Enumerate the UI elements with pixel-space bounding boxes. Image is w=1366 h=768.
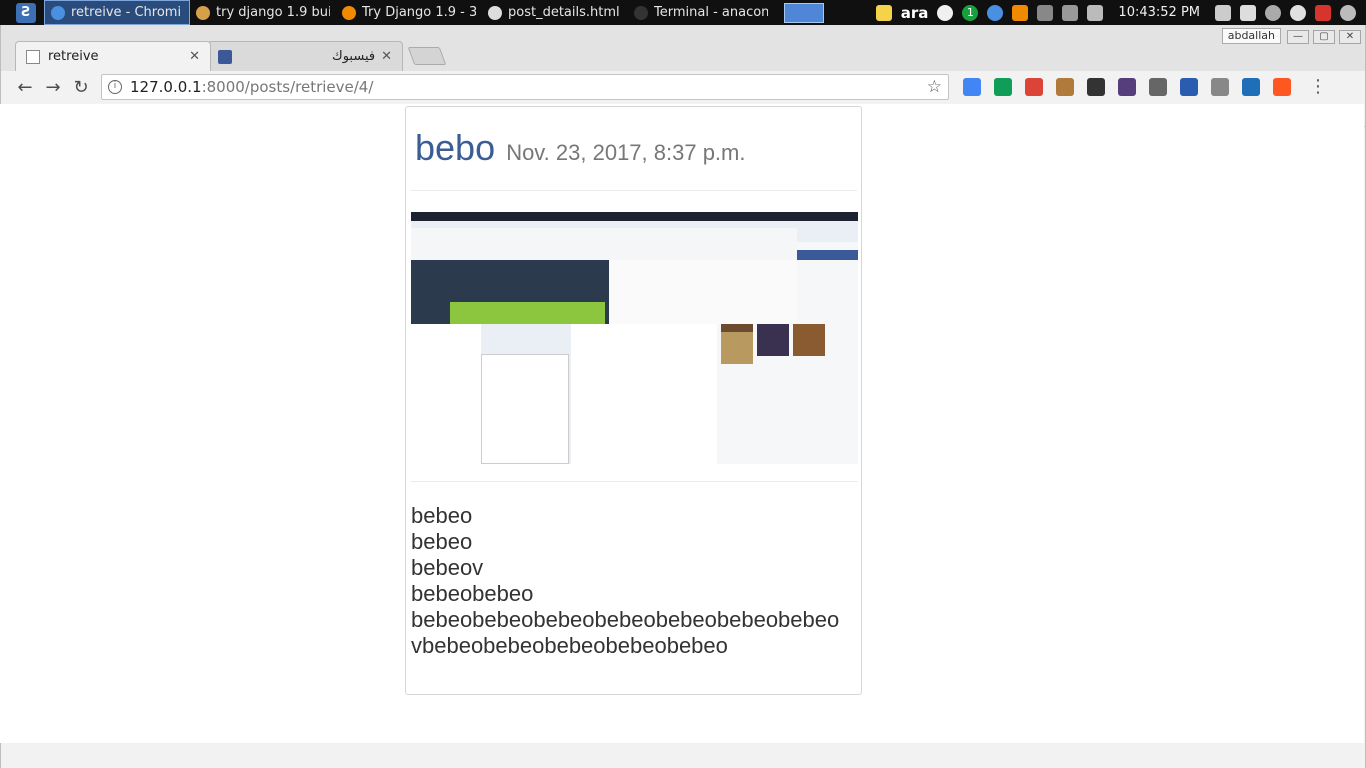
browser-menu-icon[interactable]: ⋮ xyxy=(1309,78,1327,96)
post-card: bebo Nov. 23, 2017, 8:37 p.m. bebeo bebeo… xyxy=(405,106,862,695)
terminal-icon xyxy=(634,5,648,20)
post-body-line: bebeo xyxy=(411,529,473,554)
display-icon[interactable] xyxy=(1240,4,1256,21)
taskbar-task[interactable]: Try Django 1.9 - 3 xyxy=(336,0,482,25)
bookmark-star-icon[interactable]: ☆ xyxy=(927,77,942,97)
taskbar-task[interactable]: try django 1.9 bui xyxy=(190,0,336,25)
post-header: bebo Nov. 23, 2017, 8:37 p.m. xyxy=(410,107,857,191)
close-tab-icon[interactable]: ✕ xyxy=(381,49,392,64)
tab-title: فيسبوك xyxy=(332,49,376,64)
calendar-icon[interactable] xyxy=(1025,78,1043,96)
at-icon[interactable] xyxy=(1211,78,1229,96)
page-viewport: bebo Nov. 23, 2017, 8:37 p.m. bebeo bebeo… xyxy=(0,104,1364,743)
bootstrap-icon[interactable] xyxy=(1118,78,1136,96)
bluetooth-icon[interactable] xyxy=(1037,4,1054,21)
system-tray: ara 1 10:43:52 PM xyxy=(875,4,1366,22)
start-menu-button[interactable]: Ƨ xyxy=(16,2,36,23)
stackexchange-icon[interactable] xyxy=(1242,78,1260,96)
globe-icon[interactable] xyxy=(1180,78,1198,96)
taskbar-task-label: try django 1.9 bui xyxy=(216,5,330,20)
post-body: bebeo bebeo bebeov bebeobebeo bebeobebeobebe… xyxy=(411,503,839,659)
tab-retreive[interactable]: retreive ✕ xyxy=(15,41,211,71)
translate-icon[interactable] xyxy=(963,78,981,96)
tab-facebook[interactable]: فيسبوك ✕ xyxy=(207,41,403,71)
close-tab-icon[interactable]: ✕ xyxy=(189,49,200,64)
clock[interactable]: 10:43:52 PM xyxy=(1118,5,1200,20)
taskbar-task[interactable]: post_details.html xyxy=(482,0,628,25)
forward-button[interactable]: → xyxy=(39,73,67,101)
reload-button[interactable]: ↻ xyxy=(67,73,95,101)
url-path: :8000/posts/retrieve/4/ xyxy=(201,78,374,96)
taskbar-task-label: Terminal - anacon xyxy=(654,5,768,20)
volume-icon[interactable] xyxy=(1087,4,1104,21)
post-divider xyxy=(411,481,858,482)
post-date: Nov. 23, 2017, 8:37 p.m. xyxy=(506,140,746,165)
timer-icon[interactable] xyxy=(1290,4,1306,21)
post-body-line: bebeobebeobebeobebeobebeobebeobebeo xyxy=(411,607,840,632)
taskbar-task[interactable]: retreive - Chromi xyxy=(44,0,190,25)
close-window-button[interactable]: ✕ xyxy=(1339,30,1361,44)
address-bar[interactable]: i 127.0.0.1:8000/posts/retrieve/4/ ☆ xyxy=(101,74,949,100)
workspace-switcher[interactable] xyxy=(784,2,824,23)
folder-tray-icon[interactable] xyxy=(875,4,892,21)
maximize-button[interactable]: ▢ xyxy=(1313,30,1335,44)
taskbar-task-label: Try Django 1.9 - 3 xyxy=(362,5,476,20)
eyedropper-icon[interactable] xyxy=(1087,78,1105,96)
keyboard-layout-indicator[interactable]: ara xyxy=(901,4,929,22)
post-body-line: bebeobebeo xyxy=(411,581,534,606)
arrow-icon[interactable] xyxy=(1273,78,1291,96)
user-icon[interactable] xyxy=(1265,4,1281,21)
taskbar-task-label: post_details.html xyxy=(508,5,620,20)
cookie-icon[interactable] xyxy=(1056,78,1074,96)
new-tab-button[interactable] xyxy=(407,47,447,65)
page-icon xyxy=(26,49,40,64)
profile-button[interactable]: abdallah xyxy=(1221,28,1281,44)
notification-count-badge[interactable]: 1 xyxy=(962,4,979,21)
url-host: 127.0.0.1 xyxy=(130,78,202,96)
screenshot-icon[interactable] xyxy=(1215,4,1231,21)
hangouts-icon[interactable] xyxy=(994,78,1012,96)
vlc-tray-icon[interactable] xyxy=(1012,4,1029,21)
extensions-area xyxy=(963,78,1291,96)
site-info-icon[interactable]: i xyxy=(108,80,122,94)
document-icon xyxy=(488,5,502,20)
taskbar-task-label: retreive - Chromi xyxy=(71,5,182,20)
browser-toolbar: ← → ↻ i 127.0.0.1:8000/posts/retrieve/4/… xyxy=(1,71,1365,103)
tab-title: retreive xyxy=(48,49,99,64)
back-button[interactable]: ← xyxy=(11,73,39,101)
post-body-line: bebeo xyxy=(411,503,473,528)
power-icon[interactable] xyxy=(1315,4,1331,21)
folder-icon xyxy=(196,5,210,20)
post-body-line: bebeov xyxy=(411,555,484,580)
tab-strip: retreive ✕ فيسبوك ✕ abdallah — ▢ ✕ xyxy=(1,25,1365,71)
chromium-tray-icon[interactable] xyxy=(987,4,1004,21)
vlc-icon xyxy=(342,5,356,20)
os-taskbar: Ƨ retreive - Chromi try django 1.9 bui Try… xyxy=(0,0,1366,25)
user-switch-icon[interactable] xyxy=(1340,4,1356,21)
chromium-icon xyxy=(51,5,65,20)
taskbar-task[interactable]: Terminal - anacon xyxy=(628,0,774,25)
link-icon[interactable] xyxy=(1149,78,1167,96)
post-title: bebo xyxy=(415,127,496,168)
brightness-icon[interactable] xyxy=(937,4,954,21)
minimize-button[interactable]: — xyxy=(1287,30,1309,44)
facebook-icon xyxy=(218,49,232,64)
wifi-icon[interactable] xyxy=(1062,4,1079,21)
post-body-line: vbebeobebeobebeobebeobebeo xyxy=(411,633,728,658)
post-image xyxy=(411,212,858,464)
